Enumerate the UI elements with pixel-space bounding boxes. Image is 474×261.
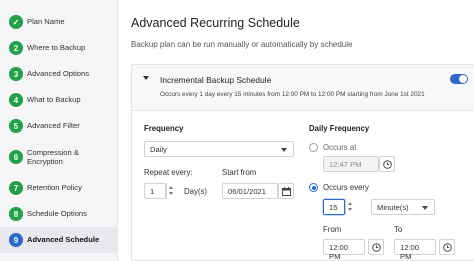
step-advanced-options[interactable]: 3 Advanced Options bbox=[0, 66, 118, 82]
step-label: Advanced Options bbox=[27, 69, 90, 79]
clock-icon bbox=[382, 159, 392, 169]
step-label: Schedule Options bbox=[27, 209, 87, 219]
frequency-label: Frequency bbox=[144, 124, 184, 133]
step-number: 6 bbox=[9, 150, 23, 164]
to-time-value: 12:00 PM bbox=[400, 243, 420, 261]
schedule-summary: Occurs every 1 day every 15 minutes from… bbox=[160, 91, 425, 98]
occurs-at-radio[interactable] bbox=[309, 143, 318, 152]
occurs-at-value: 12:47 PM bbox=[329, 160, 362, 169]
occurs-every-label: Occurs every bbox=[323, 183, 369, 192]
schedule-enabled-toggle[interactable] bbox=[450, 74, 468, 84]
repeat-every-label: Repeat every: bbox=[144, 168, 193, 177]
step-number: 3 bbox=[9, 67, 23, 81]
step-label: Retention Policy bbox=[27, 183, 82, 193]
repeat-every-stepper[interactable] bbox=[166, 183, 175, 199]
step-retention-policy[interactable]: 7 Retention Policy bbox=[0, 180, 118, 196]
step-number: 8 bbox=[9, 207, 23, 221]
chevron-down-icon[interactable] bbox=[169, 192, 173, 195]
daily-frequency-label: Daily Frequency bbox=[309, 124, 370, 133]
chevron-up-icon[interactable] bbox=[348, 202, 352, 205]
occurs-every-unit-select[interactable]: Minute(s) bbox=[371, 199, 435, 215]
frequency-select[interactable]: Daily bbox=[144, 141, 294, 157]
step-label: Compression & Encryption bbox=[27, 147, 79, 167]
step-schedule-options[interactable]: 8 Schedule Options bbox=[0, 206, 118, 222]
schedule-header[interactable]: Incremental Backup Schedule Occurs every… bbox=[132, 65, 474, 111]
step-label: Plan Name bbox=[27, 17, 65, 27]
chevron-up-icon[interactable] bbox=[169, 186, 173, 189]
frequency-value: Daily bbox=[150, 145, 167, 154]
step-number: 4 bbox=[9, 93, 23, 107]
from-time-value: 12:00 PM bbox=[329, 243, 349, 261]
from-label: From bbox=[323, 225, 342, 234]
calendar-icon bbox=[281, 186, 291, 196]
step-label: Advanced Filter bbox=[27, 121, 80, 131]
to-time-input[interactable]: 12:00 PM bbox=[394, 239, 436, 261]
start-from-label: Start from bbox=[222, 168, 257, 177]
start-date-value: 06/01/2021 bbox=[228, 187, 267, 196]
from-time-input[interactable]: 12:00 PM bbox=[323, 239, 365, 261]
step-compression-encryption[interactable]: 6 Compression & Encryption bbox=[0, 146, 118, 168]
step-label: Advanced Schedule bbox=[27, 235, 100, 245]
start-date-input[interactable]: 06/01/2021 bbox=[222, 183, 278, 199]
to-clock-button[interactable] bbox=[439, 239, 455, 255]
step-label: Where to Backup bbox=[27, 43, 86, 53]
clock-icon bbox=[371, 242, 381, 252]
step-number: 2 bbox=[9, 41, 23, 55]
chevron-down-icon bbox=[281, 148, 287, 152]
step-number: 9 bbox=[9, 233, 23, 247]
occurs-at-clock-button[interactable] bbox=[379, 156, 395, 172]
occurs-every-radio[interactable] bbox=[309, 183, 318, 192]
step-number: 7 bbox=[9, 181, 23, 195]
to-label: To bbox=[394, 225, 403, 234]
step-advanced-schedule[interactable]: 9 Advanced Schedule bbox=[0, 227, 118, 253]
calendar-button[interactable] bbox=[278, 183, 294, 199]
repeat-every-value: 1 bbox=[150, 187, 155, 196]
from-clock-button[interactable] bbox=[368, 239, 384, 255]
step-complete-check-icon: ✓ bbox=[9, 15, 23, 29]
occurs-at-label: Occurs at bbox=[323, 143, 357, 152]
chevron-down-icon bbox=[422, 206, 428, 210]
occurs-every-input[interactable]: 15 bbox=[323, 199, 345, 215]
clock-icon bbox=[442, 242, 452, 252]
toggle-knob bbox=[459, 75, 467, 83]
occurs-every-value: 15 bbox=[329, 203, 338, 212]
step-what-to-backup[interactable]: 4 What to Backup bbox=[0, 92, 118, 108]
step-number: 5 bbox=[9, 119, 23, 133]
occurs-at-input[interactable]: 12:47 PM bbox=[323, 156, 379, 172]
wizard-sidebar: ✓ Plan Name 2 Where to Backup 3 Advanced… bbox=[0, 0, 118, 261]
occurs-every-unit-value: Minute(s) bbox=[377, 203, 409, 212]
step-where-to-backup[interactable]: 2 Where to Backup bbox=[0, 40, 118, 56]
occurs-every-stepper[interactable] bbox=[345, 199, 354, 215]
repeat-every-input[interactable]: 1 bbox=[144, 183, 166, 199]
repeat-unit-label: Day(s) bbox=[184, 187, 207, 196]
schedule-title: Incremental Backup Schedule bbox=[160, 75, 272, 85]
page-title: Advanced Recurring Schedule bbox=[131, 16, 300, 30]
step-plan-name[interactable]: ✓ Plan Name bbox=[0, 14, 118, 30]
step-advanced-filter[interactable]: 5 Advanced Filter bbox=[0, 118, 118, 134]
chevron-down-icon[interactable] bbox=[348, 208, 352, 211]
page-description: Backup plan can be run manually or autom… bbox=[131, 40, 353, 49]
step-label: What to Backup bbox=[27, 95, 81, 105]
schedule-panel: Incremental Backup Schedule Occurs every… bbox=[131, 64, 474, 261]
collapse-caret-icon[interactable] bbox=[143, 76, 149, 80]
main-content: Advanced Recurring Schedule Backup plan … bbox=[119, 0, 474, 261]
